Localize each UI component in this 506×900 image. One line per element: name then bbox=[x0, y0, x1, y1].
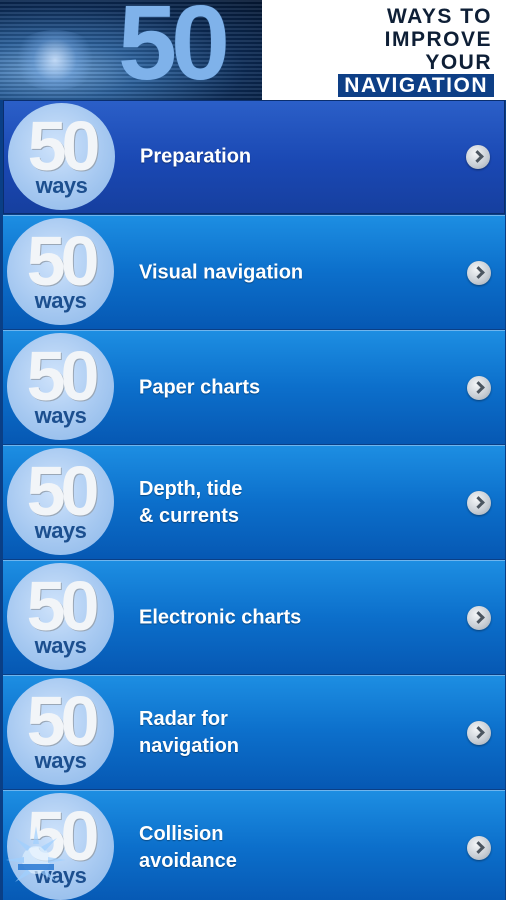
menu-item-label: Visual navigation bbox=[139, 261, 304, 283]
badge-word: ways bbox=[34, 633, 87, 658]
badge-number: 50 bbox=[26, 452, 100, 530]
menu-item-electronic-charts[interactable]: 50 ways Electronic charts bbox=[3, 560, 505, 674]
header-title-line-2: IMPROVE bbox=[384, 28, 492, 51]
header-number: 50 bbox=[118, 0, 230, 100]
fifty-ways-badge-icon: 50 ways bbox=[7, 678, 114, 785]
fifty-ways-badge-icon: 50 ways bbox=[7, 333, 114, 440]
chevron-right-icon bbox=[467, 375, 491, 400]
menu-item-label: Paper charts bbox=[139, 376, 261, 398]
chevron-right-icon bbox=[467, 605, 491, 630]
menu-item-label: Electronic charts bbox=[139, 606, 302, 628]
menu-item-depth-tide-currents[interactable]: 50 ways Depth, tide & currents bbox=[3, 445, 505, 559]
chevron-right-icon bbox=[467, 720, 491, 745]
topic-list: 50 ways Preparation 50 ways Visual navig… bbox=[0, 100, 506, 900]
chevron-right-icon bbox=[467, 835, 491, 860]
menu-item-label: Preparation bbox=[140, 145, 252, 168]
badge-word: ways bbox=[34, 748, 87, 773]
menu-item-label: Radar for navigation bbox=[139, 707, 240, 757]
fifty-ways-badge-icon: 50 ways bbox=[7, 563, 114, 670]
badge-number: 50 bbox=[27, 107, 101, 185]
header-title-line-4: NAVIGATION bbox=[338, 74, 494, 97]
chevron-right-icon bbox=[467, 490, 491, 515]
menu-item-radar-for-navigation[interactable]: 50 ways Radar for navigation bbox=[3, 675, 505, 789]
badge-word: ways bbox=[34, 403, 87, 428]
fifty-ways-badge-icon: 50 ways bbox=[8, 103, 115, 210]
menu-item-collision-avoidance[interactable]: 50 ways Collision avoidance bbox=[3, 790, 505, 900]
badge-number: 50 bbox=[26, 567, 100, 645]
wave-spray-image bbox=[10, 30, 100, 90]
badge-word: ways bbox=[34, 518, 87, 543]
menu-item-paper-charts[interactable]: 50 ways Paper charts bbox=[3, 330, 505, 444]
fifty-ways-badge-icon: 50 ways bbox=[7, 793, 114, 900]
badge-number: 50 bbox=[26, 797, 100, 875]
app-screen: 50 WAYS TO IMPROVE YOUR NAVIGATION 50 wa… bbox=[0, 0, 506, 900]
header-title: WAYS TO IMPROVE YOUR NAVIGATION bbox=[338, 5, 494, 97]
menu-item-label: Collision avoidance bbox=[139, 822, 237, 872]
badge-word: ways bbox=[34, 288, 87, 313]
badge-number: 50 bbox=[26, 222, 100, 300]
header-title-line-1: WAYS TO bbox=[386, 5, 492, 28]
menu-item-label: Depth, tide & currents bbox=[139, 477, 243, 527]
badge-word: ways bbox=[34, 863, 87, 888]
menu-item-preparation[interactable]: 50 ways Preparation bbox=[3, 100, 505, 214]
chevron-right-icon bbox=[467, 260, 491, 285]
header-title-line-3: YOUR bbox=[425, 51, 492, 74]
fifty-ways-badge-icon: 50 ways bbox=[7, 218, 114, 325]
header-banner: 50 WAYS TO IMPROVE YOUR NAVIGATION bbox=[0, 0, 506, 100]
chevron-right-icon bbox=[466, 145, 490, 169]
badge-number: 50 bbox=[26, 682, 100, 760]
badge-word: ways bbox=[35, 173, 88, 198]
menu-item-visual-navigation[interactable]: 50 ways Visual navigation bbox=[3, 215, 505, 329]
fifty-ways-badge-icon: 50 ways bbox=[7, 448, 114, 555]
badge-number: 50 bbox=[26, 337, 100, 415]
